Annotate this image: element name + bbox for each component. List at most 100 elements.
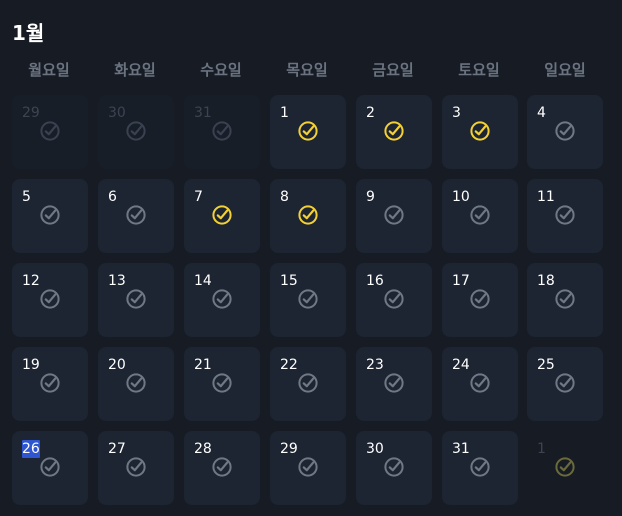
day-cell[interactable]: 29 bbox=[270, 431, 346, 505]
circle-check-icon bbox=[384, 205, 404, 225]
day-number: 12 bbox=[22, 273, 40, 289]
day-cell[interactable]: 21 bbox=[184, 347, 260, 421]
day-number: 30 bbox=[108, 105, 126, 121]
day-cell[interactable]: 7 bbox=[184, 179, 260, 253]
day-cell[interactable]: 9 bbox=[356, 179, 432, 253]
day-cell[interactable]: 30 bbox=[98, 95, 174, 169]
day-number: 31 bbox=[452, 441, 470, 457]
day-number: 9 bbox=[366, 189, 375, 205]
day-number: 18 bbox=[537, 273, 555, 289]
circle-check-icon bbox=[212, 373, 232, 393]
day-number: 2 bbox=[366, 105, 375, 121]
circle-check-icon bbox=[384, 289, 404, 309]
circle-check-icon bbox=[40, 121, 60, 141]
circle-check-icon bbox=[126, 121, 146, 141]
day-cell[interactable]: 1 bbox=[270, 95, 346, 169]
day-cell[interactable]: 28 bbox=[184, 431, 260, 505]
day-number: 7 bbox=[194, 189, 203, 205]
day-cell[interactable]: 13 bbox=[98, 263, 174, 337]
day-cell[interactable]: 31 bbox=[442, 431, 518, 505]
day-number: 6 bbox=[108, 189, 117, 205]
circle-check-icon bbox=[212, 289, 232, 309]
day-number: 10 bbox=[452, 189, 470, 205]
day-number: 27 bbox=[108, 441, 126, 457]
day-cell[interactable]: 23 bbox=[356, 347, 432, 421]
day-number: 29 bbox=[22, 105, 40, 121]
day-cell[interactable]: 29 bbox=[12, 95, 88, 169]
day-number: 16 bbox=[366, 273, 384, 289]
day-number: 13 bbox=[108, 273, 126, 289]
day-cell[interactable]: 10 bbox=[442, 179, 518, 253]
circle-check-icon bbox=[126, 457, 146, 477]
circle-check-icon bbox=[298, 205, 318, 225]
day-cell[interactable]: 14 bbox=[184, 263, 260, 337]
day-cell[interactable]: 24 bbox=[442, 347, 518, 421]
day-cell[interactable]: 20 bbox=[98, 347, 174, 421]
day-cell[interactable]: 1 bbox=[527, 431, 603, 505]
day-cell[interactable]: 11 bbox=[527, 179, 603, 253]
day-cell[interactable]: 22 bbox=[270, 347, 346, 421]
day-number: 11 bbox=[537, 189, 555, 205]
day-cell[interactable]: 17 bbox=[442, 263, 518, 337]
circle-check-icon bbox=[555, 205, 575, 225]
circle-check-icon bbox=[298, 121, 318, 141]
day-number: 8 bbox=[280, 189, 289, 205]
circle-check-icon bbox=[470, 205, 490, 225]
day-number: 29 bbox=[280, 441, 298, 457]
day-number: 17 bbox=[452, 273, 470, 289]
day-number: 4 bbox=[537, 105, 546, 121]
circle-check-icon bbox=[40, 205, 60, 225]
day-cell[interactable]: 31 bbox=[184, 95, 260, 169]
circle-check-icon bbox=[555, 121, 575, 141]
circle-check-icon bbox=[126, 289, 146, 309]
day-number: 1 bbox=[537, 441, 546, 457]
day-cell[interactable]: 2 bbox=[356, 95, 432, 169]
circle-check-icon bbox=[298, 373, 318, 393]
circle-check-icon bbox=[212, 205, 232, 225]
circle-check-icon bbox=[40, 289, 60, 309]
day-cell[interactable]: 4 bbox=[527, 95, 603, 169]
day-cell[interactable]: 18 bbox=[527, 263, 603, 337]
day-number: 5 bbox=[22, 189, 31, 205]
circle-check-icon bbox=[470, 121, 490, 141]
circle-check-icon bbox=[40, 373, 60, 393]
circle-check-icon bbox=[212, 121, 232, 141]
day-number: 31 bbox=[194, 105, 212, 121]
day-cell[interactable]: 16 bbox=[356, 263, 432, 337]
day-cell[interactable]: 15 bbox=[270, 263, 346, 337]
day-cell[interactable]: 25 bbox=[527, 347, 603, 421]
day-cell[interactable]: 8 bbox=[270, 179, 346, 253]
day-number: 25 bbox=[537, 357, 555, 373]
day-number: 20 bbox=[108, 357, 126, 373]
circle-check-icon bbox=[470, 457, 490, 477]
day-number: 28 bbox=[194, 441, 212, 457]
day-number: 26 bbox=[22, 440, 40, 458]
day-cell[interactable]: 6 bbox=[98, 179, 174, 253]
day-cell[interactable]: 26 bbox=[12, 431, 88, 505]
calendar-grid: 29 30 31 1 2 3 4 5 6 7 8 9 10 11 12 13 14 15 16 17 18 19 20 21 2… bbox=[0, 0, 622, 516]
circle-check-icon bbox=[298, 457, 318, 477]
day-cell[interactable]: 27 bbox=[98, 431, 174, 505]
circle-check-icon bbox=[555, 289, 575, 309]
circle-check-icon bbox=[384, 457, 404, 477]
day-cell[interactable]: 30 bbox=[356, 431, 432, 505]
circle-check-icon bbox=[470, 373, 490, 393]
day-number: 30 bbox=[366, 441, 384, 457]
day-cell[interactable]: 3 bbox=[442, 95, 518, 169]
circle-check-icon bbox=[298, 289, 318, 309]
circle-check-icon bbox=[555, 373, 575, 393]
day-cell[interactable]: 5 bbox=[12, 179, 88, 253]
circle-check-icon bbox=[470, 289, 490, 309]
day-number: 21 bbox=[194, 357, 212, 373]
day-cell[interactable]: 12 bbox=[12, 263, 88, 337]
circle-check-icon bbox=[212, 457, 232, 477]
circle-check-icon bbox=[384, 373, 404, 393]
day-number: 22 bbox=[280, 357, 298, 373]
circle-check-icon bbox=[555, 457, 575, 477]
day-number: 24 bbox=[452, 357, 470, 373]
day-number: 23 bbox=[366, 357, 384, 373]
day-number: 14 bbox=[194, 273, 212, 289]
circle-check-icon bbox=[384, 121, 404, 141]
circle-check-icon bbox=[126, 205, 146, 225]
day-cell[interactable]: 19 bbox=[12, 347, 88, 421]
